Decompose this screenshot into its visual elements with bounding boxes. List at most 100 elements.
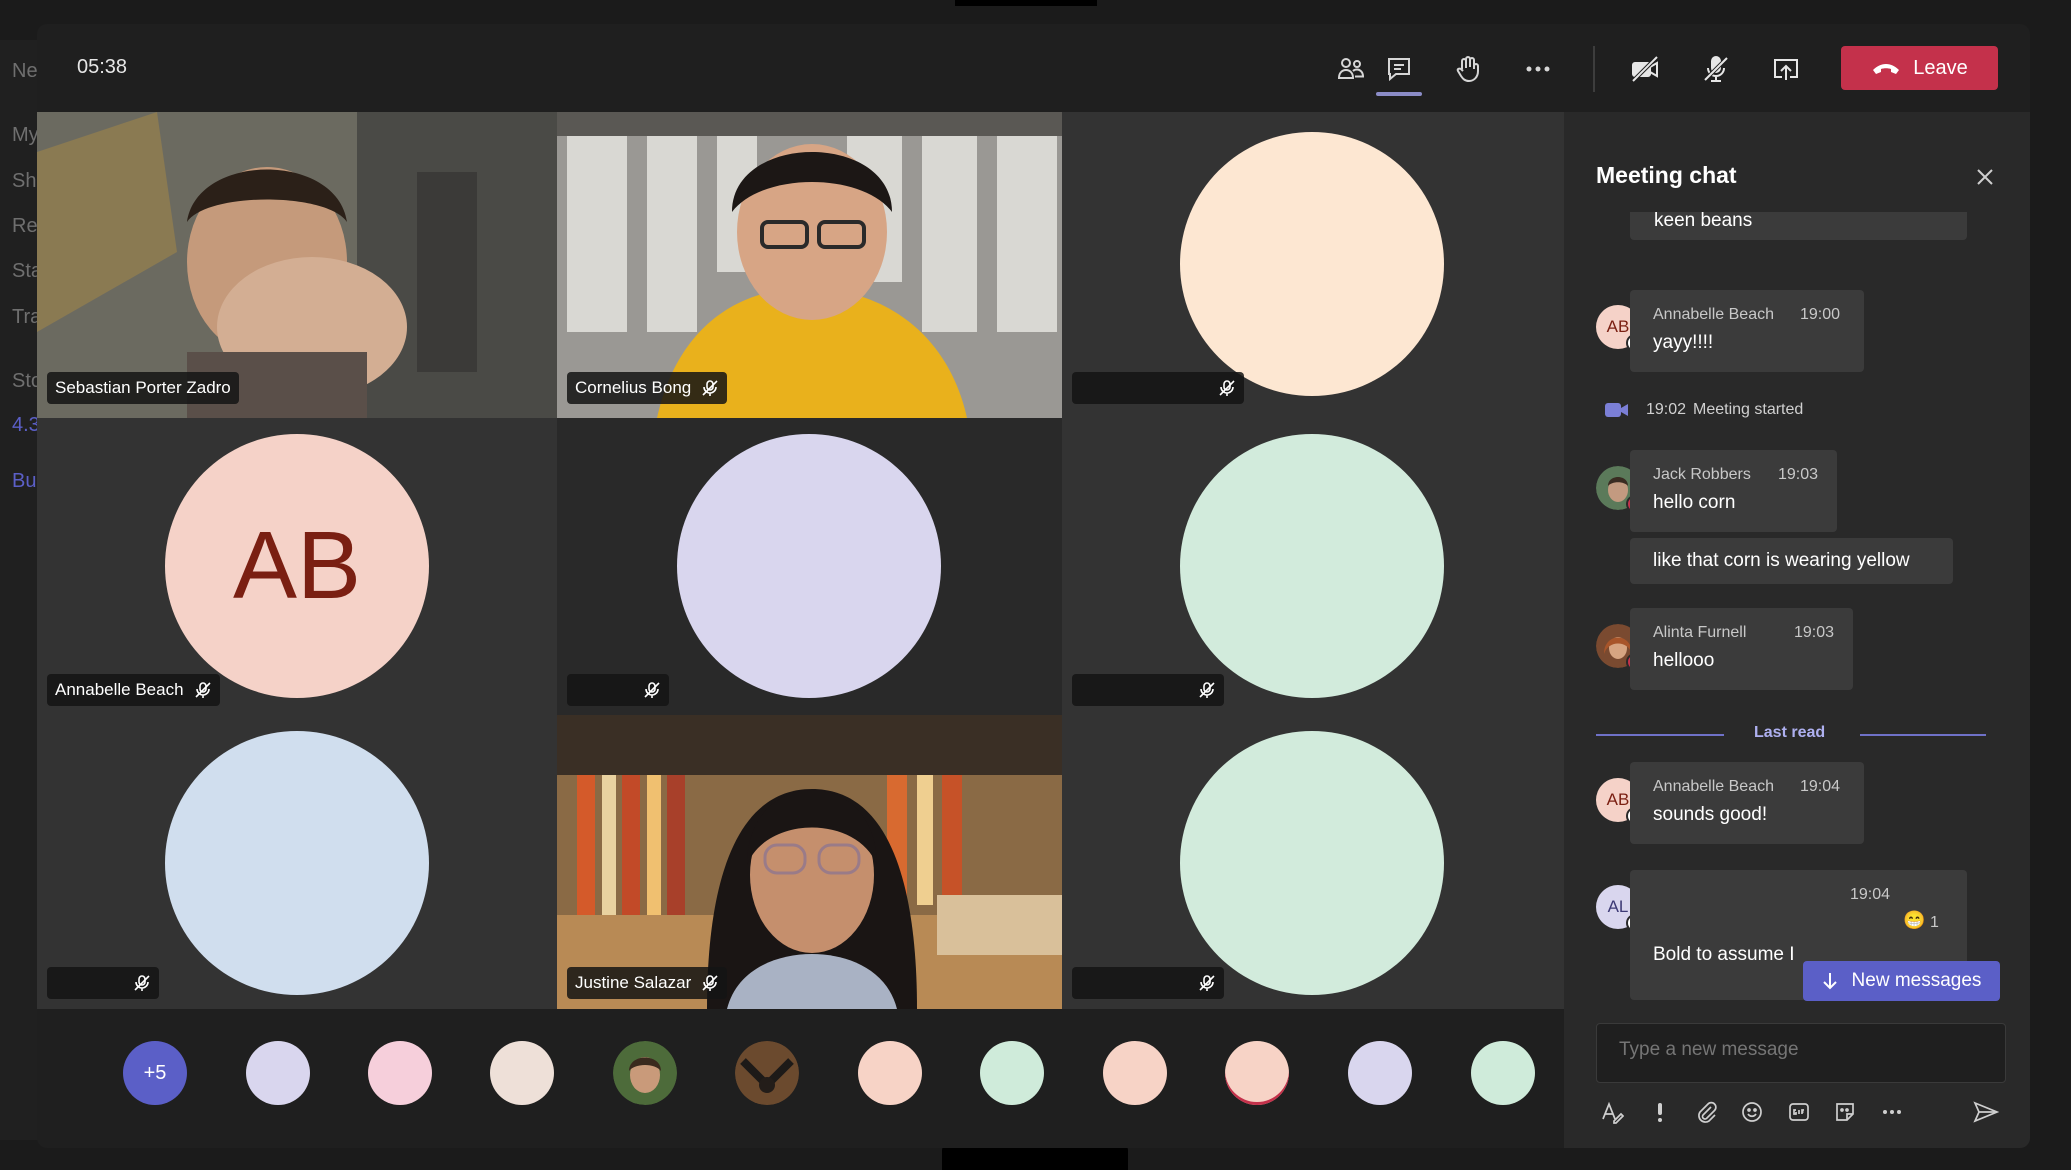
attach-icon[interactable] (1692, 1098, 1720, 1126)
chat-message: Annabelle Beach 19:04 sounds good! (1630, 762, 1864, 844)
event-text: Meeting started (1693, 401, 1804, 418)
participant-tile[interactable] (1062, 418, 1564, 715)
participant-avatar[interactable] (368, 1041, 432, 1105)
message-text: Bold to assume I (1653, 944, 1795, 965)
participant-tile[interactable] (1062, 715, 1564, 1009)
new-messages-button[interactable]: New messages (1803, 961, 2000, 1001)
background-text: Sh (12, 170, 37, 192)
message-sender: Annabelle Beach (1653, 778, 1774, 795)
message-compose-box[interactable] (1596, 1023, 2006, 1083)
participant-avatar[interactable] (1348, 1041, 1412, 1105)
meeting-chat-panel: Meeting chat keen beans AB Annabelle Bea… (1564, 112, 2030, 1148)
participant-avatar[interactable] (858, 1041, 922, 1105)
more-participants-button[interactable]: +5 (123, 1041, 187, 1105)
participant-name-tag (1072, 967, 1224, 999)
participant-tile[interactable]: Sebastian Porter Zadro (37, 112, 557, 418)
participant-avatar[interactable] (1225, 1041, 1289, 1105)
people-icon[interactable] (1328, 46, 1374, 92)
meeting-video-icon (1605, 403, 1628, 417)
participant-name-tag (567, 674, 669, 706)
participant-avatar[interactable] (1103, 1041, 1167, 1105)
background-text: Re (12, 215, 38, 237)
participant-name: Sebastian Porter Zadro (55, 378, 231, 397)
event-time: 19:02 (1646, 401, 1687, 418)
message-sender: Annabelle Beach (1653, 306, 1774, 323)
participant-video (557, 715, 1062, 1009)
more-options-icon[interactable] (1878, 1098, 1906, 1126)
participant-tile[interactable] (1062, 112, 1564, 418)
mic-off-icon[interactable] (1693, 46, 1739, 92)
close-icon[interactable] (1970, 162, 2000, 192)
participant-name-tag: Cornelius Bong (567, 372, 728, 404)
chat-message: like that corn is wearing yellow (1630, 538, 1953, 584)
leave-label: Leave (1913, 56, 1968, 79)
message-time: 19:04 (1850, 886, 1891, 903)
participant-avatar (165, 731, 429, 995)
chat-message: Annabelle Beach 19:00 yayy!!!! (1630, 290, 1864, 372)
chat-message: Jack Robbers 19:03 hello corn (1630, 450, 1837, 532)
divider-line (1596, 734, 1724, 736)
chat-icon[interactable] (1376, 46, 1422, 92)
mic-off-icon (1199, 682, 1215, 698)
divider-line (1860, 734, 1986, 736)
important-icon[interactable] (1646, 1098, 1674, 1126)
arrow-down-icon (1822, 973, 1837, 990)
background-text: 4.3 (12, 414, 40, 436)
message-sender: Alinta Furnell (1653, 624, 1747, 641)
participant-avatar[interactable] (735, 1041, 799, 1105)
background-sidebar: Ne My Sh Re Sta Tra Sto 4.3 Bu (0, 40, 42, 1140)
participant-tile[interactable] (557, 418, 1062, 715)
active-tab-indicator (1376, 92, 1422, 96)
compose-toolbar (1596, 1092, 2006, 1132)
participant-tile[interactable] (37, 715, 557, 1009)
send-icon[interactable] (1972, 1098, 2000, 1126)
share-screen-icon[interactable] (1763, 46, 1809, 92)
mic-off-icon (644, 682, 660, 698)
raise-hand-icon[interactable] (1445, 46, 1491, 92)
reaction-emoji[interactable]: 😁 (1903, 910, 1925, 931)
message-text: like that corn is wearing yellow (1653, 550, 1910, 571)
camera-notch (955, 0, 1097, 6)
participant-tile[interactable]: Justine Salazar (557, 715, 1062, 1009)
more-icon[interactable] (1515, 46, 1561, 92)
emoji-icon[interactable] (1738, 1098, 1766, 1126)
message-time: 19:00 (1800, 306, 1841, 323)
participant-avatar[interactable] (613, 1041, 677, 1105)
participant-tile[interactable]: Cornelius Bong (557, 112, 1062, 418)
participant-initials: AB (232, 512, 362, 619)
video-grid: Sebastian Porter Zadro Cornelius Bong AB… (37, 112, 1564, 1009)
participant-avatar[interactable] (980, 1041, 1044, 1105)
participant-avatar[interactable] (246, 1041, 310, 1105)
participant-avatar[interactable] (490, 1041, 554, 1105)
gif-icon[interactable] (1785, 1098, 1813, 1126)
participant-tile[interactable]: AB Annabelle Beach (37, 418, 557, 715)
participant-name: Justine Salazar (575, 973, 692, 992)
participant-avatar[interactable] (1471, 1041, 1535, 1105)
toolbar-divider (1593, 46, 1595, 92)
sticker-icon[interactable] (1831, 1098, 1859, 1126)
format-icon[interactable] (1598, 1098, 1626, 1126)
new-messages-label: New messages (1851, 970, 1982, 991)
chat-title: Meeting chat (1596, 162, 1737, 188)
participant-name-tag: Annabelle Beach (47, 674, 220, 706)
participant-name-tag: Sebastian Porter Zadro (47, 372, 239, 404)
mic-off-icon (1199, 975, 1215, 991)
mic-off-icon (702, 975, 718, 991)
background-text: Bu (12, 470, 37, 492)
last-read-label: Last read (1754, 724, 1826, 741)
camera-off-icon[interactable] (1622, 46, 1668, 92)
participant-name: Annabelle Beach (55, 680, 184, 699)
background-text: Ne (12, 60, 38, 82)
mic-off-icon (134, 975, 150, 991)
meeting-toolbar: 05:38 Leave (37, 24, 2030, 112)
message-time: 19:03 (1794, 624, 1835, 641)
background-text: My (12, 124, 39, 146)
mic-off-icon (194, 682, 211, 698)
last-read-divider: Last read (1596, 724, 1986, 744)
participant-avatar (677, 434, 941, 698)
message-input[interactable] (1617, 1038, 1981, 1062)
participant-avatar (1180, 132, 1444, 396)
message-time: 19:04 (1800, 778, 1841, 795)
leave-button[interactable]: Leave (1841, 46, 1998, 90)
chat-message-list: keen beans AB Annabelle Beach 19:00 yayy… (1564, 212, 2030, 1000)
